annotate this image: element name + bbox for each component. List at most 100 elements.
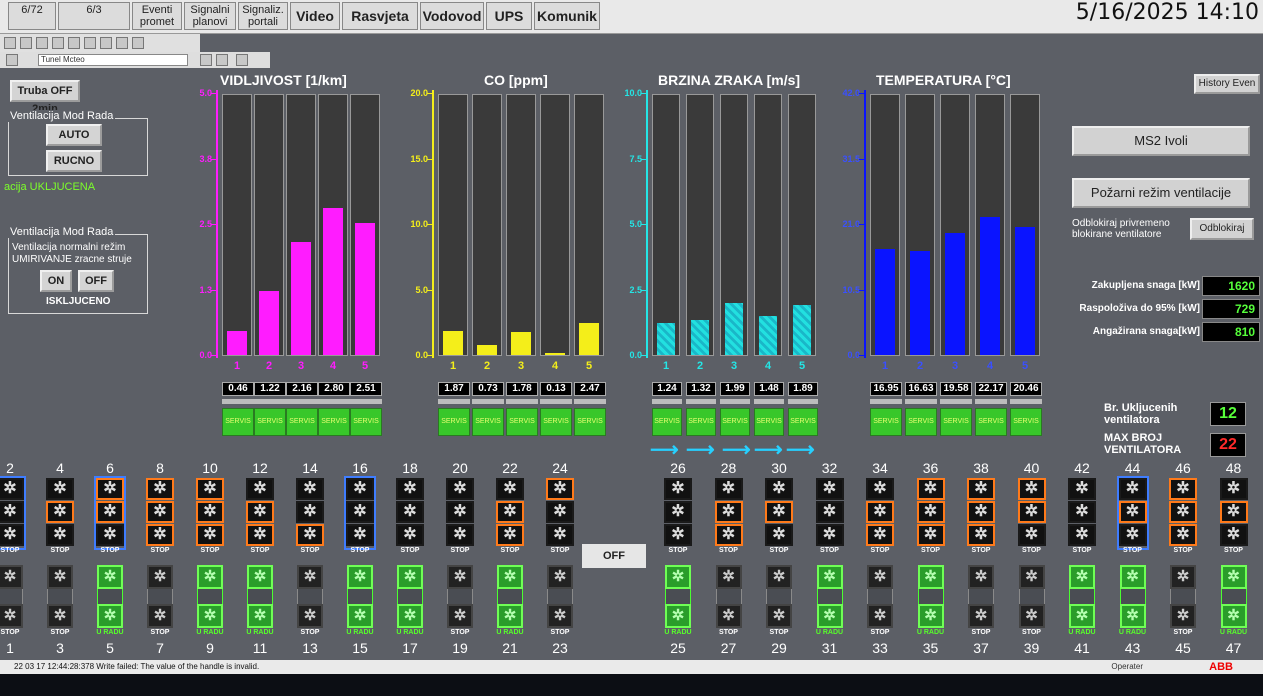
fan-unit[interactable]: ✲ ✲ ✲ bbox=[1219, 478, 1248, 548]
fan-icon[interactable]: ✲ bbox=[247, 604, 273, 628]
fan-unit[interactable]: ✲ ✲ ✲ bbox=[446, 478, 474, 548]
fan-icon[interactable]: ✲ bbox=[1220, 565, 1247, 589]
servis-button[interactable]: SERVIS bbox=[438, 408, 470, 436]
servis-button[interactable]: SERVIS bbox=[350, 408, 382, 436]
fan-icon[interactable]: ✲ bbox=[247, 565, 273, 589]
fan-icon[interactable]: ✲ bbox=[197, 604, 223, 628]
fan-icon[interactable]: ✲ bbox=[97, 604, 123, 628]
tab-rasvjeta[interactable]: Rasvjeta bbox=[342, 2, 418, 30]
tab-komunik[interactable]: Komunik bbox=[534, 2, 600, 30]
toolbar-icon[interactable] bbox=[116, 37, 128, 49]
toolbar-icon[interactable] bbox=[36, 37, 48, 49]
toolbar-icon[interactable] bbox=[200, 54, 212, 66]
fan-icon[interactable]: ✲ bbox=[1018, 604, 1045, 628]
fan-icon[interactable]: ✲ bbox=[0, 565, 23, 589]
fan-icon[interactable]: ✲ bbox=[397, 604, 423, 628]
toolbar-icon[interactable] bbox=[132, 37, 144, 49]
auto-button[interactable]: AUTO bbox=[46, 124, 102, 146]
off-button[interactable]: OFF bbox=[78, 270, 114, 292]
station-combo[interactable]: Tunel Mcteo bbox=[38, 54, 188, 66]
fan-icon[interactable]: ✲ bbox=[197, 565, 223, 589]
fan-icon[interactable]: ✲ bbox=[297, 565, 323, 589]
fan-unit[interactable]: ✲ ✲ ✲ bbox=[46, 478, 74, 548]
fan-unit[interactable]: ✲ ✲ ✲ bbox=[396, 478, 424, 548]
fan-icon[interactable]: ✲ bbox=[1119, 565, 1146, 589]
fan-unit[interactable]: ✲ ✲ ✲ bbox=[246, 478, 274, 548]
servis-button[interactable]: SERVIS bbox=[286, 408, 318, 436]
tab-eventi-promet[interactable]: Eventi promet bbox=[132, 2, 182, 30]
servis-button[interactable]: SERVIS bbox=[540, 408, 572, 436]
fan-icon[interactable]: ✲ bbox=[816, 604, 843, 628]
fan-unit[interactable]: ✲ ✲ ✲ bbox=[866, 478, 894, 548]
fan-unit[interactable]: ✲ ✲ ✲ bbox=[664, 478, 692, 548]
tab-video[interactable]: Video bbox=[290, 2, 340, 30]
fan-icon[interactable]: ✲ bbox=[497, 565, 523, 589]
servis-button[interactable]: SERVIS bbox=[788, 408, 818, 436]
toolbar-icon[interactable] bbox=[52, 37, 64, 49]
ms2-ivoli-button[interactable]: MS2 Ivoli bbox=[1072, 126, 1250, 156]
fan-unit[interactable]: ✲ ✲ ✲ bbox=[146, 478, 174, 548]
servis-button[interactable]: SERVIS bbox=[870, 408, 902, 436]
servis-button[interactable]: SERVIS bbox=[254, 408, 286, 436]
fan-unit[interactable]: ✲ ✲ ✲ bbox=[714, 478, 743, 548]
toolbar-icon[interactable] bbox=[68, 37, 80, 49]
fan-unit[interactable]: ✲ ✲ ✲ bbox=[296, 478, 324, 548]
fan-unit[interactable]: ✲ ✲ ✲ bbox=[1017, 478, 1046, 548]
toolbar-icon[interactable] bbox=[20, 37, 32, 49]
fan-icon[interactable]: ✲ bbox=[97, 565, 123, 589]
servis-button[interactable]: SERVIS bbox=[940, 408, 972, 436]
fan-icon[interactable]: ✲ bbox=[715, 565, 742, 589]
fan-icon[interactable]: ✲ bbox=[968, 604, 994, 628]
fan-icon[interactable]: ✲ bbox=[917, 604, 944, 628]
fan-unit[interactable]: ✲ ✲ ✲ bbox=[815, 478, 844, 548]
toolbar-icon[interactable] bbox=[216, 54, 228, 66]
fire-mode-button[interactable]: Požarni režim ventilacije bbox=[1072, 178, 1250, 208]
servis-button[interactable]: SERVIS bbox=[686, 408, 716, 436]
fan-icon[interactable]: ✲ bbox=[347, 604, 373, 628]
fan-icon[interactable]: ✲ bbox=[347, 565, 373, 589]
rucno-button[interactable]: RUCNO bbox=[46, 150, 102, 172]
on-button[interactable]: ON bbox=[40, 270, 72, 292]
tab-signaliz-portali[interactable]: Signaliz. portali bbox=[238, 2, 288, 30]
fan-icon[interactable]: ✲ bbox=[867, 604, 893, 628]
servis-button[interactable]: SERVIS bbox=[506, 408, 538, 436]
fan-unit[interactable]: ✲ ✲ ✲ bbox=[1068, 478, 1096, 548]
servis-button[interactable]: SERVIS bbox=[222, 408, 254, 436]
fan-icon[interactable]: ✲ bbox=[497, 604, 523, 628]
tab-ups[interactable]: UPS bbox=[486, 2, 532, 30]
servis-button[interactable]: SERVIS bbox=[652, 408, 682, 436]
unblock-button[interactable]: Odblokiraj bbox=[1190, 218, 1254, 240]
pen-icon[interactable] bbox=[6, 54, 18, 66]
fan-icon[interactable]: ✲ bbox=[47, 565, 73, 589]
fan-unit[interactable]: ✲ ✲ ✲ bbox=[546, 478, 574, 548]
fan-icon[interactable]: ✲ bbox=[917, 565, 944, 589]
fan-unit[interactable]: ✲ ✲ ✲ bbox=[196, 478, 224, 548]
tab-6-72[interactable]: 6/72 bbox=[8, 2, 56, 30]
fan-unit[interactable]: ✲ ✲ ✲ bbox=[916, 478, 945, 548]
fan-unit[interactable]: ✲ ✲ ✲ bbox=[967, 478, 995, 548]
fan-icon[interactable]: ✲ bbox=[1170, 565, 1196, 589]
fan-unit[interactable]: ✲ ✲ ✲ bbox=[1116, 476, 1149, 550]
fan-icon[interactable]: ✲ bbox=[665, 604, 691, 628]
fan-icon[interactable]: ✲ bbox=[547, 565, 573, 589]
toolbar-icon[interactable] bbox=[100, 37, 112, 49]
fan-icon[interactable]: ✲ bbox=[816, 565, 843, 589]
servis-button[interactable]: SERVIS bbox=[754, 408, 784, 436]
fan-unit[interactable]: ✲ ✲ ✲ bbox=[94, 476, 126, 550]
fan-icon[interactable]: ✲ bbox=[397, 565, 423, 589]
fan-icon[interactable]: ✲ bbox=[1018, 565, 1045, 589]
fan-icon[interactable]: ✲ bbox=[1069, 565, 1095, 589]
fan-icon[interactable]: ✲ bbox=[968, 565, 994, 589]
fan-unit[interactable]: ✲ ✲ ✲ bbox=[0, 476, 26, 550]
fan-unit[interactable]: ✲ ✲ ✲ bbox=[344, 476, 376, 550]
servis-button[interactable]: SERVIS bbox=[905, 408, 937, 436]
operator-label[interactable]: Operater bbox=[1111, 660, 1143, 674]
servis-button[interactable]: SERVIS bbox=[1010, 408, 1042, 436]
fan-icon[interactable]: ✲ bbox=[665, 565, 691, 589]
fan-icon[interactable]: ✲ bbox=[447, 565, 473, 589]
servis-button[interactable]: SERVIS bbox=[975, 408, 1007, 436]
fan-icon[interactable]: ✲ bbox=[715, 604, 742, 628]
tab-signalni-planovi[interactable]: Signalni planovi bbox=[184, 2, 236, 30]
truba-off-button[interactable]: Truba OFF 2min bbox=[10, 80, 80, 115]
servis-button[interactable]: SERVIS bbox=[720, 408, 750, 436]
